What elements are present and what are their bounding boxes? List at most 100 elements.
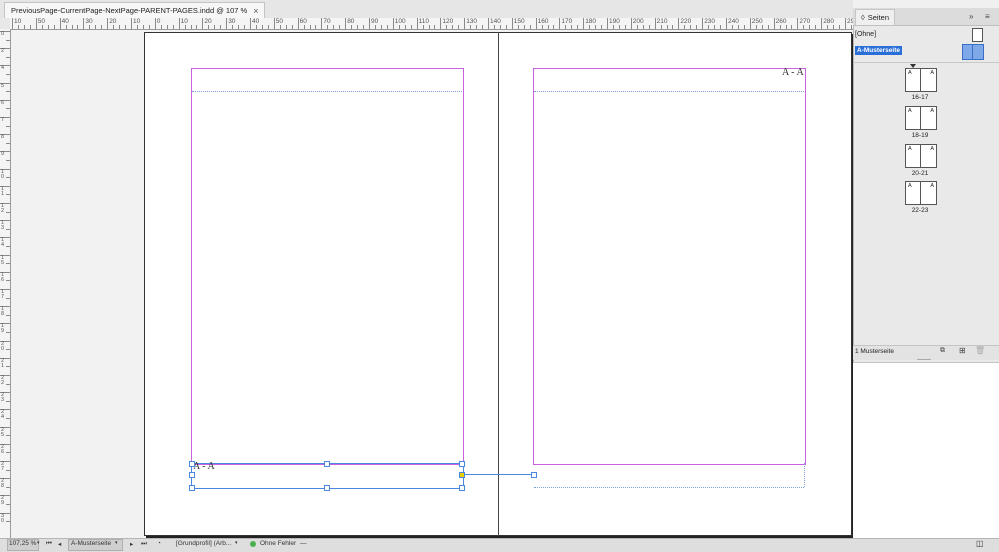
threaded-frame-in-port[interactable] (531, 472, 537, 478)
spread-thumb-22-23[interactable]: A A (905, 181, 937, 205)
ruler-label: 5 (1, 82, 5, 89)
zoom-value: 107,25 % (9, 540, 37, 547)
right-page-footer-edge-guide (804, 463, 805, 487)
frame-handle-bottom-right[interactable] (459, 485, 465, 491)
ruler-major-tick (416, 18, 418, 29)
ruler-tick (6, 435, 10, 437)
ruler-minor-tick (850, 25, 852, 29)
ruler-major-tick (131, 18, 132, 29)
ruler-minor-tick (89, 25, 91, 29)
parent-a-spread-icon[interactable] (962, 44, 984, 60)
left-page-marker[interactable]: A - A (193, 461, 215, 472)
ruler-major-tick (511, 18, 513, 29)
ruler-minor-tick (255, 25, 257, 29)
ruler-major-tick (535, 18, 537, 29)
ruler-minor-tick (493, 25, 495, 29)
ruler-label: 30 (228, 18, 236, 25)
ruler-minor-tick (214, 25, 216, 29)
next-spread-icon[interactable]: ▸ (130, 540, 133, 548)
ruler-label: 20 (109, 18, 117, 25)
page-dropdown-icon[interactable]: ▾ (115, 540, 118, 546)
ruler-minor-tick (101, 25, 103, 29)
close-tab-icon[interactable]: × (253, 6, 258, 16)
panel-menu-icon[interactable]: ≡ (985, 12, 990, 21)
ruler-minor-tick (410, 25, 412, 29)
spread-thumb-16-17[interactable]: A A (905, 68, 937, 92)
ruler-minor-tick (720, 25, 722, 29)
preflight-status-icon (250, 541, 256, 547)
vertical-ruler[interactable]: 0 2 4 5 6 7 8 9 10 11 12 13 14 15 16 17 18 19 20 21 22 23 24 25… (0, 29, 11, 538)
ruler-label: 230 (704, 18, 716, 25)
ruler-tick (6, 39, 10, 41)
frame-handle-top-right[interactable] (459, 461, 465, 467)
ruler-minor-tick (267, 25, 269, 29)
ruler-tick (6, 194, 10, 196)
ruler-label: 170 (561, 18, 573, 25)
ruler-minor-tick (708, 25, 710, 29)
ruler-tick (6, 332, 10, 333)
parent-none-item[interactable]: [Ohne] (855, 27, 985, 42)
previous-spread-icon[interactable]: ◂ (58, 540, 61, 548)
ruler-minor-tick (315, 25, 317, 29)
ruler-minor-tick (398, 25, 400, 29)
pages-panel-tab[interactable]: ◊ Seiten (855, 9, 895, 25)
ruler-minor-tick (785, 25, 787, 29)
parent-none-page-icon[interactable] (972, 28, 983, 42)
ruler-major-tick (392, 18, 394, 29)
frame-handle-top-center[interactable] (324, 461, 330, 467)
zoom-dropdown-icon[interactable]: ▾ (37, 540, 40, 546)
horizontal-ruler[interactable]: 10 50 40 30 20 10 0 10 20 30 40 50 60 70 80 90 100 110 120… (10, 18, 864, 30)
chevron-icon[interactable]: ◊ (861, 13, 865, 22)
ruler-tick (6, 469, 10, 471)
preflight-status[interactable]: Ohne Fehler (260, 540, 296, 547)
ruler-minor-tick (166, 25, 168, 29)
delete-page-icon[interactable]: 🗑 (975, 346, 985, 355)
right-page-marker[interactable]: A - A (782, 67, 804, 78)
spread-thumb-18-19[interactable]: A A (905, 106, 937, 130)
spread-thumb-20-21[interactable]: A A (905, 144, 937, 168)
split-window-icon[interactable]: ◫ (976, 539, 984, 548)
ruler-minor-tick (363, 25, 365, 29)
ruler-minor-tick (803, 25, 805, 29)
frame-handle-bottom-center[interactable] (324, 485, 330, 491)
edit-page-size-icon[interactable]: ⧉ (940, 347, 945, 355)
ruler-tick (6, 280, 10, 282)
thumb-right-prefix: A (930, 146, 934, 152)
ruler-label: 0 (156, 18, 161, 25)
ruler-label: 10 (180, 18, 188, 25)
first-spread-icon[interactable]: ⏮ (46, 540, 52, 548)
frame-handle-top-left[interactable] (189, 461, 195, 467)
profile-dropdown-icon[interactable]: ▾ (235, 540, 238, 546)
ruler-minor-tick (446, 25, 448, 29)
ruler-major-tick (250, 18, 251, 29)
ruler-minor-tick (618, 25, 620, 29)
frame-in-port[interactable] (189, 472, 195, 478)
ruler-minor-tick (660, 25, 662, 29)
ruler-major-tick (559, 18, 561, 29)
ruler-minor-tick (208, 25, 210, 29)
ruler-minor-tick (244, 25, 246, 29)
ruler-tick (6, 383, 10, 385)
open-page-icon[interactable]: ◔ (157, 540, 161, 547)
collapse-panel-icon[interactable]: » (969, 12, 973, 21)
ruler-minor-tick (142, 25, 144, 29)
ruler-minor-tick (499, 25, 501, 29)
ruler-tick (6, 314, 10, 316)
ruler-tick (6, 142, 10, 144)
document-tab[interactable]: PreviousPage-CurrentPage-NextPage-PARENT… (4, 2, 266, 18)
preflight-profile[interactable]: [Grundprofil] (Arb... (176, 540, 231, 547)
ruler-major-tick (226, 18, 228, 29)
ruler-minor-tick (547, 25, 549, 29)
parent-a-label[interactable]: A-Musterseite (855, 46, 902, 55)
new-page-icon[interactable]: ⊞ (959, 346, 966, 355)
ruler-minor-tick (684, 25, 686, 29)
last-spread-icon[interactable]: ⏭ (141, 540, 147, 548)
spread-label: 20-21 (911, 170, 929, 177)
ruler-minor-tick (339, 25, 341, 29)
frame-out-port[interactable] (459, 472, 465, 478)
left-page-header-guide (192, 91, 462, 92)
panel-divider[interactable] (853, 62, 999, 63)
frame-handle-bottom-left[interactable] (189, 485, 195, 491)
ruler-label: 180 (585, 18, 597, 25)
preflight-menu-icon[interactable]: — (300, 540, 307, 547)
